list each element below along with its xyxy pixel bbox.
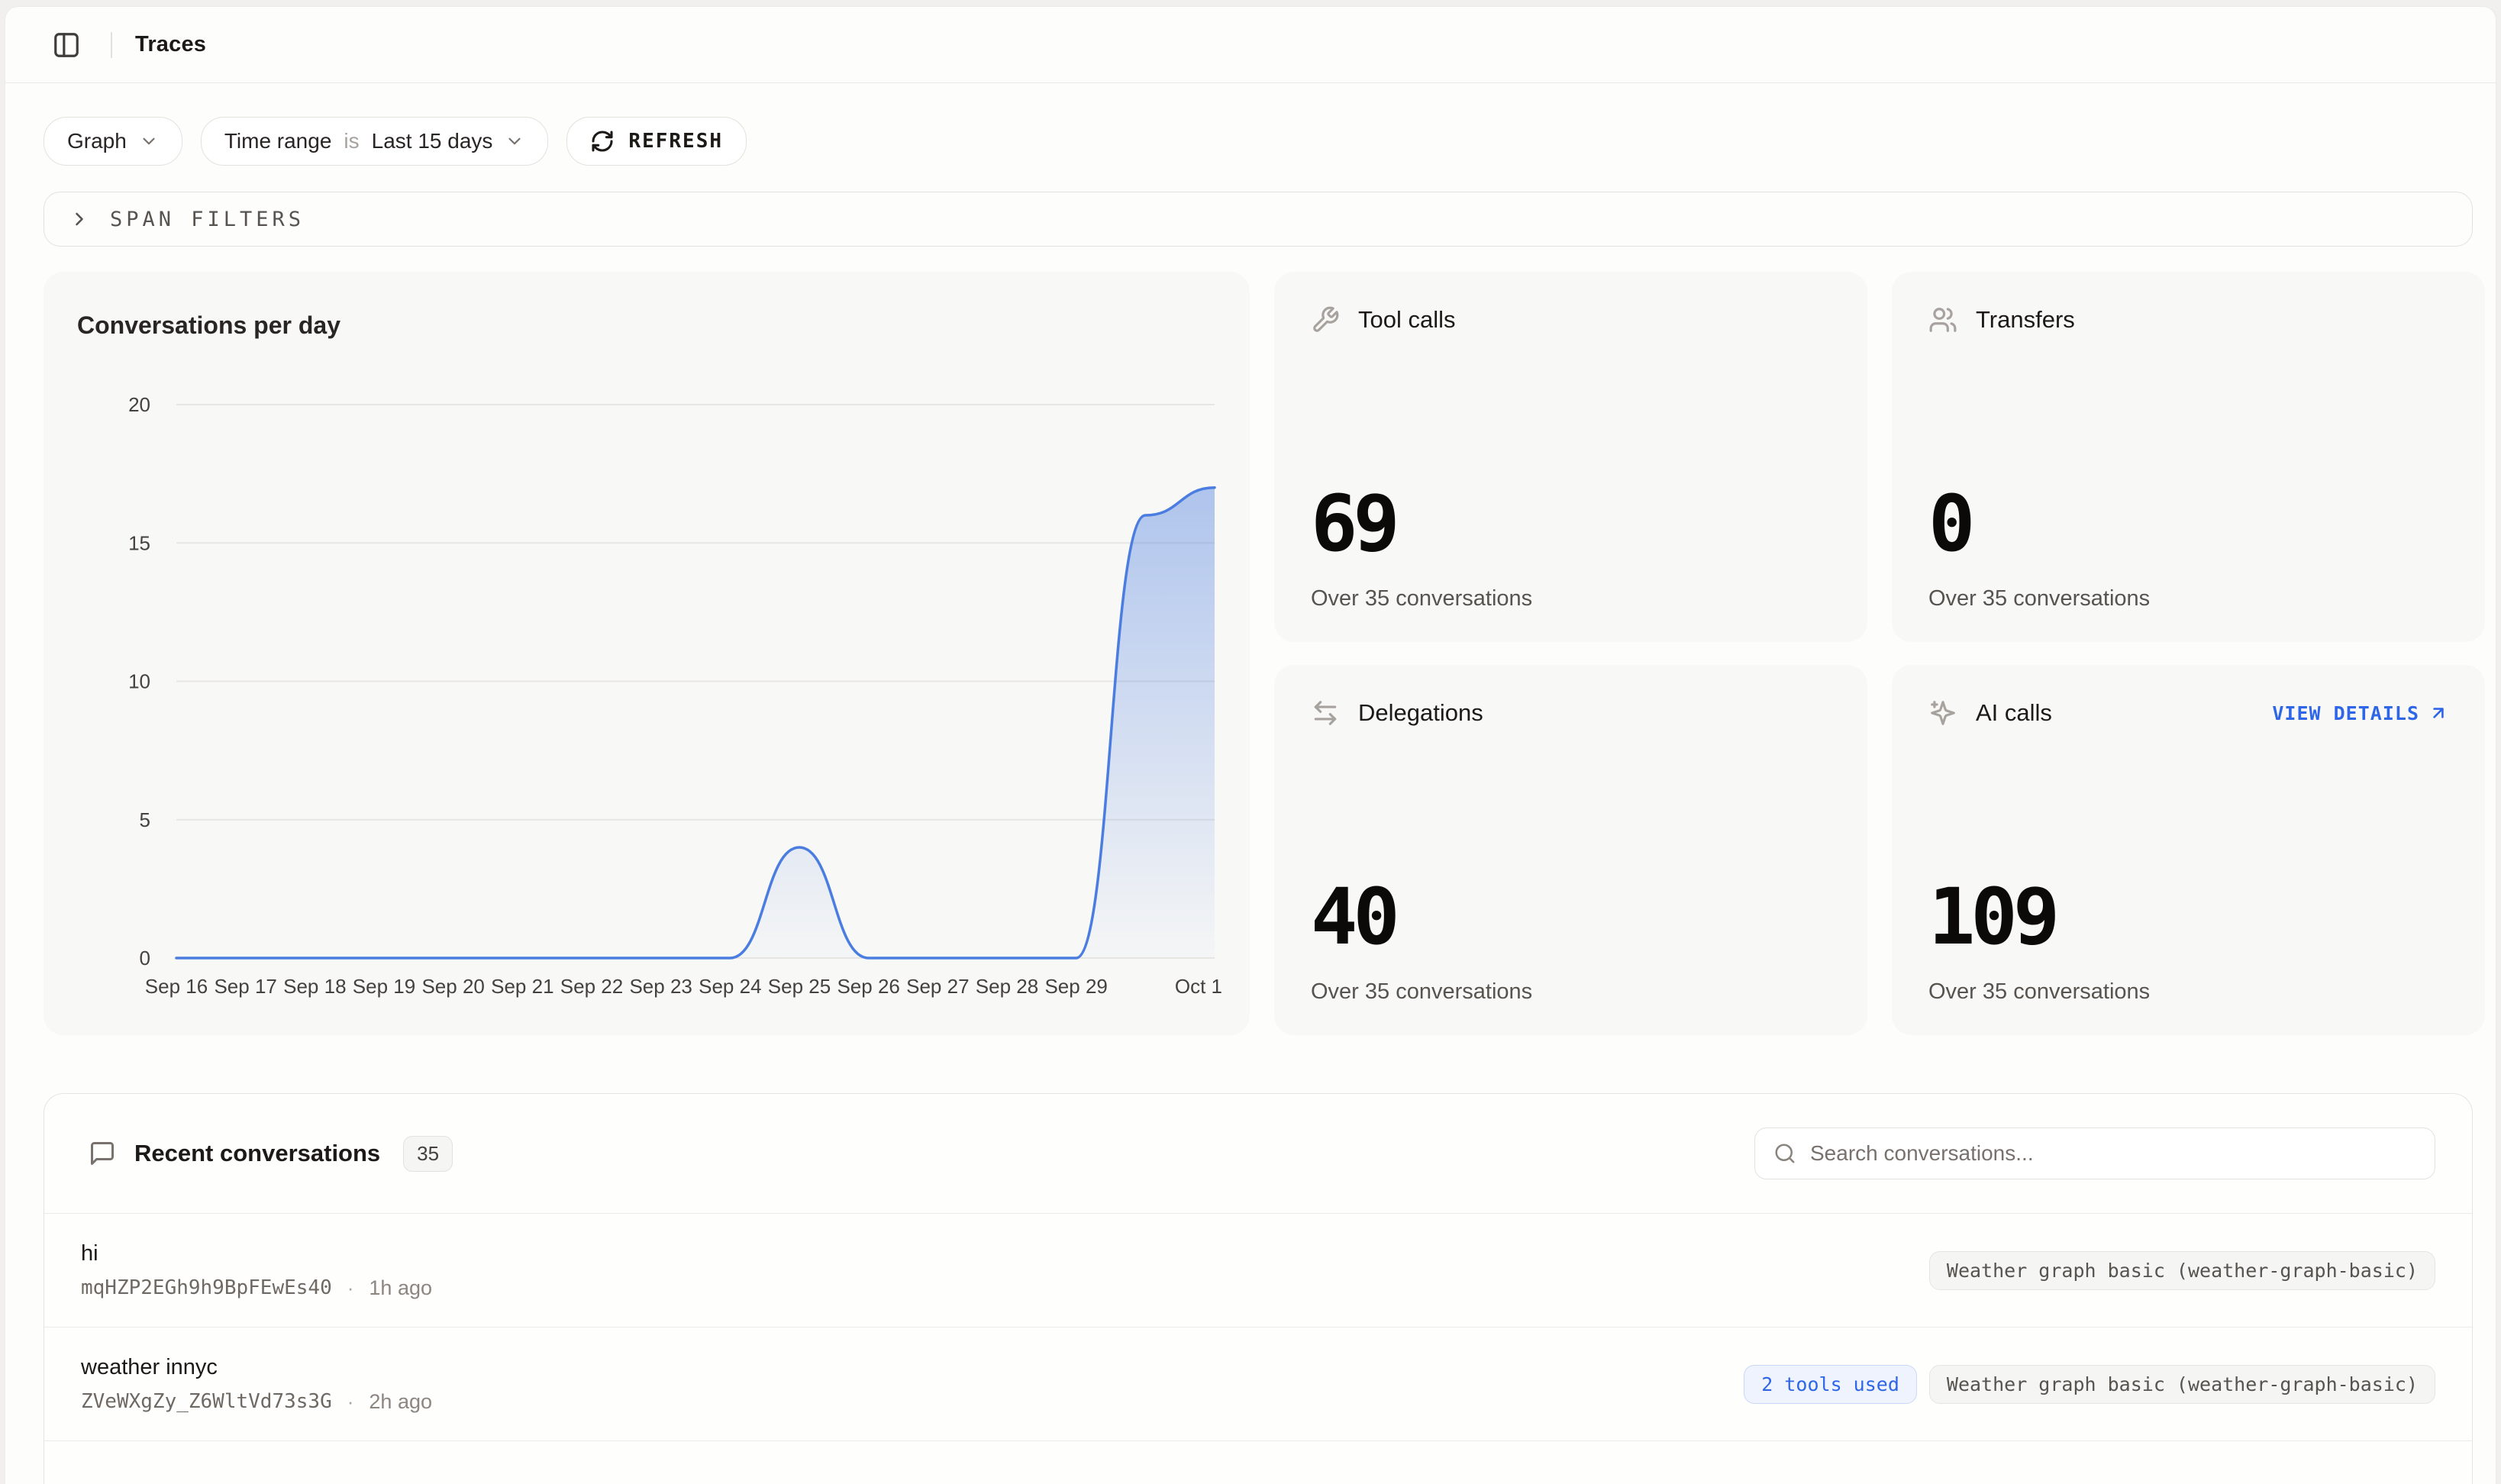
page-title: Traces [135, 32, 206, 57]
stat-card-ai-calls: AI calls VIEW DETAILS 109 Over 35 conver… [1892, 665, 2485, 1035]
svg-text:Sep 27: Sep 27 [906, 975, 969, 998]
refresh-button[interactable]: REFRESH [566, 117, 747, 166]
stat-caption: Over 35 conversations [1311, 979, 1831, 1005]
view-details-link[interactable]: VIEW DETAILS [2272, 702, 2448, 724]
top-bar: Traces [5, 7, 2496, 83]
stat-caption: Over 35 conversations [1928, 979, 2448, 1005]
stat-card-tool-calls: Tool calls 69 Over 35 conversations [1274, 272, 1867, 642]
svg-text:Sep 18: Sep 18 [283, 975, 346, 998]
stat-value: 0 [1928, 486, 2448, 563]
conversation-title: hi [81, 1241, 432, 1266]
chat-bubble-icon [89, 1140, 116, 1167]
stat-caption: Over 35 conversations [1311, 586, 1831, 611]
stat-caption: Over 35 conversations [1928, 586, 2448, 611]
span-filters-toggle[interactable]: SPAN FILTERS [44, 192, 2473, 247]
sparkles-icon [1928, 698, 1957, 727]
time-range-value: Last 15 days [372, 129, 493, 153]
svg-text:Sep 19: Sep 19 [353, 975, 415, 998]
app-panel: Traces Graph Time range is Last 15 days … [5, 6, 2496, 1484]
view-selector-dropdown[interactable]: Graph [44, 117, 182, 166]
chevron-down-icon [505, 131, 524, 151]
svg-text:Sep 22: Sep 22 [560, 975, 623, 998]
svg-text:Sep 24: Sep 24 [699, 975, 761, 998]
stat-card-transfers: Transfers 0 Over 35 conversations [1892, 272, 2485, 642]
conversation-id: ZVeWXgZy_Z6WltVd73s3G [81, 1390, 332, 1413]
svg-text:Oct 1: Oct 1 [1175, 975, 1222, 998]
agent-tag: Weather graph basic (weather-graph-basic… [1929, 1365, 2435, 1404]
search-conversations-input[interactable] [1810, 1141, 2416, 1166]
stat-label: AI calls [1976, 699, 2052, 727]
svg-text:Sep 21: Sep 21 [491, 975, 553, 998]
stat-label: Delegations [1358, 699, 1483, 727]
conversation-time: 1h ago [369, 1276, 432, 1300]
stat-value: 109 [1928, 879, 2448, 957]
toolbar: Graph Time range is Last 15 days REFRESH [44, 117, 2473, 166]
conversation-title: weather innyc [81, 1355, 432, 1380]
stat-label: Transfers [1976, 306, 2075, 334]
separator-dot: · [347, 1276, 354, 1300]
divider [111, 32, 112, 58]
conversations-area-chart: 0 5 10 15 20 Sep 16 Sep 17 Sep 18 Sep 19 Sep 20 Se… [44, 272, 1250, 1035]
stat-label: Tool calls [1358, 306, 1456, 334]
conversation-row[interactable]: hi mqHZP2EGh9h9BpFEwEs40 · 1h ago Weathe… [44, 1213, 2472, 1327]
conversation-id: mqHZP2EGh9h9BpFEwEs40 [81, 1276, 332, 1299]
agent-tag: Weather graph basic (weather-graph-basic… [1929, 1251, 2435, 1290]
chevron-down-icon [139, 131, 159, 151]
stat-card-delegations: Delegations 40 Over 35 conversations [1274, 665, 1867, 1035]
stat-value: 40 [1311, 879, 1831, 957]
time-range-operator: is [344, 129, 359, 153]
panel-left-icon [52, 31, 81, 60]
svg-text:Sep 16: Sep 16 [145, 975, 208, 998]
recent-conversations-header: Recent conversations 35 [44, 1094, 2472, 1213]
recent-conversations-title: Recent conversations [134, 1140, 380, 1167]
svg-text:Sep 28: Sep 28 [976, 975, 1038, 998]
stats-grid: Conversations per day 05101520Sep 16Sep … [44, 272, 2473, 1035]
svg-text:Sep 23: Sep 23 [629, 975, 692, 998]
recent-conversations-section: Recent conversations 35 hi mqHZP2EGh9h9B… [44, 1093, 2473, 1484]
svg-text:Sep 20: Sep 20 [421, 975, 484, 998]
search-icon [1773, 1142, 1796, 1165]
swap-arrows-icon [1311, 698, 1340, 727]
conversations-per-day-chart-card: Conversations per day 05101520Sep 16Sep … [44, 272, 1250, 1035]
time-range-filter-dropdown[interactable]: Time range is Last 15 days [201, 117, 549, 166]
conversation-time: 2h ago [369, 1390, 432, 1414]
wrench-icon [1311, 305, 1340, 334]
tools-used-tag: 2 tools used [1744, 1365, 1917, 1404]
conversation-row[interactable] [44, 1440, 2472, 1484]
time-range-field: Time range [224, 129, 332, 153]
svg-text:Sep 17: Sep 17 [214, 975, 276, 998]
svg-text:Sep 26: Sep 26 [837, 975, 899, 998]
search-box [1754, 1128, 2435, 1179]
view-selector-label: Graph [67, 129, 127, 153]
view-details-label: VIEW DETAILS [2272, 702, 2419, 724]
chevron-right-icon [69, 208, 90, 230]
conversation-row[interactable]: weather innyc ZVeWXgZy_Z6WltVd73s3G · 2h… [44, 1327, 2472, 1440]
svg-text:0: 0 [140, 947, 150, 969]
svg-text:Sep 25: Sep 25 [768, 975, 831, 998]
svg-text:10: 10 [128, 670, 150, 693]
svg-text:20: 20 [128, 393, 150, 416]
separator-dot: · [347, 1390, 354, 1414]
svg-text:15: 15 [128, 531, 150, 554]
stat-value: 69 [1311, 486, 1831, 563]
refresh-icon [590, 129, 615, 153]
svg-text:Sep 29: Sep 29 [1044, 975, 1107, 998]
sidebar-toggle-button[interactable] [45, 24, 88, 66]
refresh-label: REFRESH [628, 130, 723, 153]
span-filters-label: SPAN FILTERS [110, 208, 305, 231]
svg-text:5: 5 [140, 808, 150, 831]
users-icon [1928, 305, 1957, 334]
arrow-up-right-icon [2428, 703, 2448, 723]
conversations-count-badge: 35 [403, 1136, 453, 1172]
